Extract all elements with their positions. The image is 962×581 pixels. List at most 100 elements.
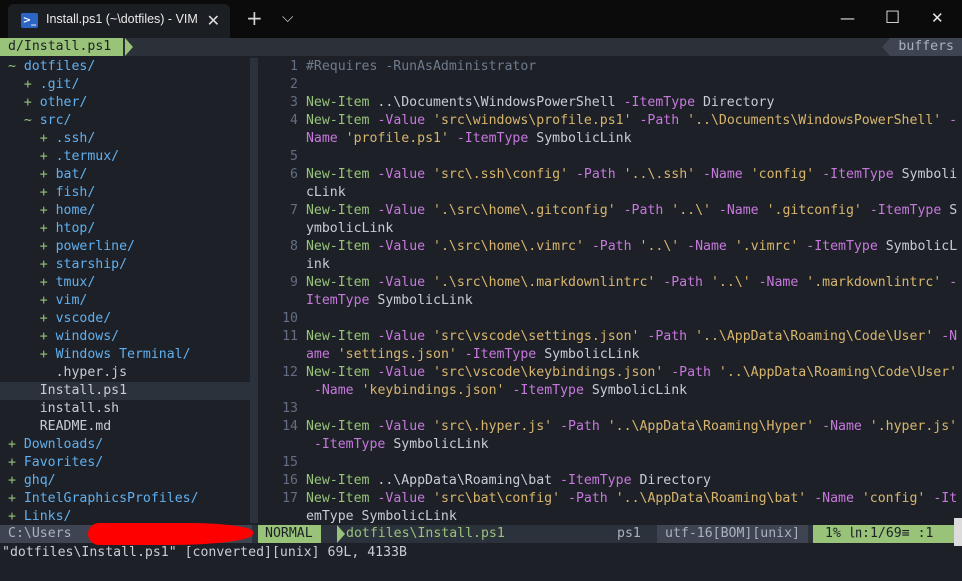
code-line[interactable]: 16 New-Item ..\AppData\Roaming\bat -Item… — [258, 472, 962, 490]
collapsed-icon[interactable]: + — [40, 185, 56, 200]
code-line[interactable]: 4 New-Item -Value 'src\windows\profile.p… — [258, 112, 962, 130]
tree-item[interactable]: + other/ — [0, 94, 250, 112]
code-token: '.\src\home\.vimrc' — [433, 239, 584, 254]
code-line[interactable]: 3 New-Item ..\Documents\WindowsPowerShel… — [258, 94, 962, 112]
code-line[interactable]: 6 New-Item -Value 'src\.ssh\config' -Pat… — [258, 166, 962, 184]
code-line[interactable]: ymbolicLink — [258, 220, 962, 238]
tree-item[interactable]: + vim/ — [0, 292, 250, 310]
collapsed-icon[interactable]: + — [40, 239, 56, 254]
collapsed-icon[interactable]: + — [40, 167, 56, 182]
code-line[interactable]: emType SymbolicLink — [258, 508, 962, 526]
collapsed-icon[interactable]: + — [24, 95, 40, 110]
collapsed-icon[interactable]: + — [24, 77, 40, 92]
collapsed-icon[interactable]: + — [40, 329, 56, 344]
code-token: 'profile.ps1' — [345, 131, 449, 146]
vim-editor[interactable]: d/Install.ps1 buffers ~ dotfiles/ + .git… — [0, 38, 962, 581]
code-line[interactable]: 14 New-Item -Value 'src\.hyper.js' -Path… — [258, 418, 962, 436]
tree-directory-name: vim/ — [55, 293, 88, 308]
gutter-gap — [298, 455, 306, 470]
code-line[interactable]: 7 New-Item -Value '.\src\home\.gitconfig… — [258, 202, 962, 220]
code-line[interactable]: cLink — [258, 184, 962, 202]
tabline-current-file[interactable]: d/Install.ps1 — [0, 38, 124, 56]
tree-item[interactable]: + Favorites/ — [0, 454, 250, 472]
collapsed-icon[interactable]: + — [40, 149, 56, 164]
tree-item[interactable]: + htop/ — [0, 220, 250, 238]
code-line[interactable]: ame 'settings.json' -ItemType SymbolicLi… — [258, 346, 962, 364]
code-line[interactable]: 5 — [258, 148, 962, 166]
code-line[interactable]: 8 New-Item -Value '.\src\home\.vimrc' -P… — [258, 238, 962, 256]
tab-title: Install.ps1 (~\dotfiles) - VIM — [46, 12, 198, 26]
tree-item[interactable]: + Downloads/ — [0, 436, 250, 454]
code-line[interactable]: Name 'profile.ps1' -ItemType SymbolicLin… — [258, 130, 962, 148]
code-line[interactable]: -ItemType SymbolicLink — [258, 436, 962, 454]
collapsed-icon[interactable]: + — [8, 455, 24, 470]
new-tab-button[interactable]: + — [246, 6, 263, 30]
tree-item[interactable]: Install.ps1 — [0, 382, 250, 400]
tree-item[interactable]: README.md — [0, 418, 250, 436]
tree-item[interactable]: + .termux/ — [0, 148, 250, 166]
collapsed-icon[interactable]: + — [40, 203, 56, 218]
terminal-window: >_ Install.ps1 (~\dotfiles) - VIM ✕ + ⌵ … — [0, 0, 962, 581]
file-tree[interactable]: ~ dotfiles/ + .git/ + other/ ~ src/ + .s… — [0, 58, 250, 524]
collapsed-icon[interactable]: + — [40, 257, 56, 272]
collapsed-icon[interactable]: + — [8, 437, 24, 452]
code-line[interactable]: 17 New-Item -Value 'src\bat\config' -Pat… — [258, 490, 962, 508]
dropdown-icon[interactable]: ⌵ — [282, 8, 293, 26]
tree-item[interactable]: + .git/ — [0, 76, 250, 94]
tree-item[interactable]: .hyper.js — [0, 364, 250, 382]
close-window-button[interactable]: ✕ — [931, 9, 944, 27]
code-token: SymbolicLink — [385, 437, 489, 452]
code-buffer[interactable]: 1 #Requires -RunAsAdministrator 2 3 New-I… — [258, 58, 962, 526]
collapsed-icon[interactable]: + — [40, 275, 56, 290]
terminal-tab[interactable]: >_ Install.ps1 (~\dotfiles) - VIM ✕ — [8, 4, 230, 38]
tree-item[interactable]: + ghq/ — [0, 472, 250, 490]
collapsed-icon[interactable]: + — [40, 347, 56, 362]
code-line[interactable]: 13 — [258, 400, 962, 418]
code-line[interactable]: ink — [258, 256, 962, 274]
tree-item[interactable]: + fish/ — [0, 184, 250, 202]
expanded-icon[interactable]: ~ — [24, 113, 40, 128]
collapsed-icon[interactable]: + — [40, 293, 56, 308]
tab-close-icon[interactable]: ✕ — [207, 11, 220, 30]
command-line[interactable]: "dotfiles\Install.ps1" [converted][unix]… — [2, 544, 407, 562]
tree-item[interactable]: + home/ — [0, 202, 250, 220]
code-line[interactable]: 9 New-Item -Value '.\src\home\.markdownl… — [258, 274, 962, 292]
minimize-button[interactable]: — — [840, 9, 855, 27]
tree-item[interactable]: + IntelGraphicsProfiles/ — [0, 490, 250, 508]
tree-item[interactable]: + vscode/ — [0, 310, 250, 328]
code-line[interactable]: -Name 'keybindings.json' -ItemType Symbo… — [258, 382, 962, 400]
expanded-icon[interactable]: ~ — [8, 59, 24, 74]
tree-item[interactable]: + bat/ — [0, 166, 250, 184]
tree-directory-name: Downloads/ — [23, 437, 104, 452]
collapsed-icon[interactable]: + — [8, 491, 24, 506]
code-line[interactable]: ItemType SymbolicLink — [258, 292, 962, 310]
tree-item[interactable]: ~ dotfiles/ — [0, 58, 250, 76]
code-line[interactable]: 12 New-Item -Value 'src\vscode\keybindin… — [258, 364, 962, 382]
tree-item[interactable]: + powerline/ — [0, 238, 250, 256]
scrollbar-thumb[interactable] — [954, 518, 962, 546]
tree-item[interactable]: ~ src/ — [0, 112, 250, 130]
tree-item[interactable]: + .ssh/ — [0, 130, 250, 148]
tree-item[interactable]: + windows/ — [0, 328, 250, 346]
tree-item[interactable]: + tmux/ — [0, 274, 250, 292]
code-line[interactable]: 15 — [258, 454, 962, 472]
collapsed-icon[interactable]: + — [40, 311, 56, 326]
code-line[interactable]: 10 — [258, 310, 962, 328]
code-line[interactable]: 11 New-Item -Value 'src\vscode\settings.… — [258, 328, 962, 346]
collapsed-icon[interactable]: + — [8, 509, 24, 524]
collapsed-icon[interactable]: + — [40, 221, 56, 236]
code-token: SymbolicLink — [528, 131, 632, 146]
code-line[interactable]: 2 — [258, 76, 962, 94]
code-token: #Requires -RunAsAdministrator — [305, 59, 537, 74]
tree-item[interactable]: + Windows Terminal/ — [0, 346, 250, 364]
tree-item[interactable]: + starship/ — [0, 256, 250, 274]
maximize-button[interactable]: ☐ — [885, 8, 900, 28]
split-separator[interactable] — [250, 58, 258, 523]
collapsed-icon[interactable]: + — [40, 131, 56, 146]
collapsed-icon[interactable]: + — [8, 473, 24, 488]
code-line[interactable]: 1 #Requires -RunAsAdministrator — [258, 58, 962, 76]
tree-item[interactable]: install.sh — [0, 400, 250, 418]
